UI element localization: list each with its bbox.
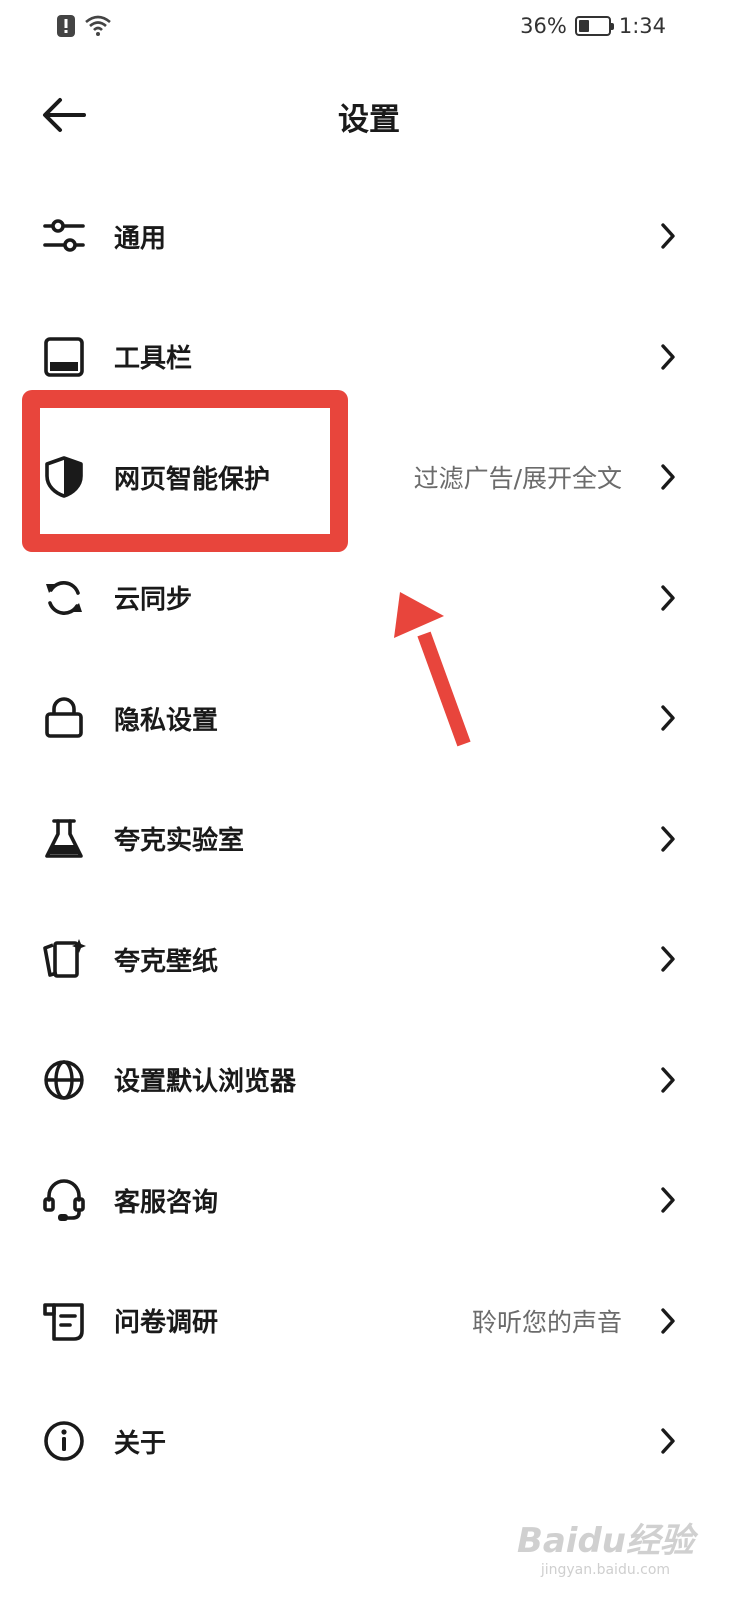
settings-item-label: 隐私设置 (114, 705, 219, 736)
lock-icon (42, 696, 86, 740)
wifi-icon (85, 15, 111, 36)
toolbar-icon (42, 335, 86, 379)
info-icon (42, 1419, 86, 1463)
chevron-right-icon (661, 1308, 675, 1334)
chevron-right-icon (661, 826, 675, 852)
settings-item-privacy[interactable]: 隐私设置 (0, 658, 738, 779)
chevron-right-icon (661, 223, 675, 249)
settings-item-general[interactable]: 通用 (0, 176, 738, 297)
settings-item-toolbar[interactable]: 工具栏 (0, 297, 738, 418)
settings-item-label: 云同步 (114, 585, 193, 616)
settings-item-wallpaper[interactable]: 夸克壁纸 (0, 899, 738, 1020)
baidu-jingyan-logo: Baidu经验 (516, 1521, 694, 1561)
settings-item-about[interactable]: 关于 (0, 1381, 738, 1502)
settings-list: 通用 工具栏 网页智能保护 过滤广告/展开全文 云同步 隐私设置 夸克实验室 夸… (0, 176, 738, 1502)
battery-percent: 36% (520, 14, 567, 38)
chevron-right-icon (661, 946, 675, 972)
chevron-right-icon (661, 585, 675, 611)
survey-icon (42, 1299, 86, 1343)
chevron-right-icon (661, 464, 675, 490)
headset-icon (42, 1178, 86, 1222)
settings-item-lab[interactable]: 夸克实验室 (0, 779, 738, 900)
settings-item-cloud-sync[interactable]: 云同步 (0, 538, 738, 659)
flask-icon (42, 817, 86, 861)
settings-item-label: 夸克实验室 (114, 826, 245, 857)
chevron-right-icon (661, 1428, 675, 1454)
sliders-icon (42, 214, 86, 258)
settings-item-default-browser[interactable]: 设置默认浏览器 (0, 1020, 738, 1141)
battery-icon (574, 16, 614, 36)
globe-icon (42, 1058, 86, 1102)
status-icons-right: 36% 1:34 (520, 14, 666, 38)
watermark: Baidu经验 jingyan.baidu.com (517, 1513, 694, 1578)
settings-item-web-protection[interactable]: 网页智能保护 过滤广告/展开全文 (0, 417, 738, 538)
settings-item-label: 通用 (114, 223, 167, 254)
header: 设置 (0, 76, 738, 156)
watermark-url: jingyan.baidu.com (540, 1562, 671, 1578)
status-icons-left (56, 14, 112, 38)
clock: 1:34 (618, 14, 666, 38)
battery-fill (578, 20, 589, 32)
settings-item-label: 网页智能保护 (114, 464, 271, 495)
settings-item-label: 问卷调研 (114, 1308, 219, 1339)
alert-icon (57, 15, 75, 37)
status-bar: 36% 1:34 (0, 0, 738, 56)
settings-item-label: 设置默认浏览器 (114, 1067, 297, 1098)
settings-item-label: 夸克壁纸 (114, 946, 219, 977)
chevron-right-icon (661, 1187, 675, 1213)
settings-item-label: 工具栏 (114, 344, 193, 375)
page-title: 设置 (338, 102, 400, 138)
chevron-right-icon (661, 705, 675, 731)
wallpaper-icon (42, 937, 86, 981)
pointer-arrow (394, 592, 471, 747)
settings-item-value: 聆听您的声音 (471, 1307, 622, 1337)
settings-item-label: 客服咨询 (114, 1187, 219, 1218)
settings-item-value: 过滤广告/展开全文 (413, 464, 622, 494)
sync-icon (42, 576, 86, 620)
chevron-right-icon (661, 344, 675, 370)
settings-item-label: 关于 (114, 1428, 167, 1459)
settings-item-customer-service[interactable]: 客服咨询 (0, 1140, 738, 1261)
chevron-right-icon (661, 1067, 675, 1093)
shield-icon (42, 455, 86, 499)
settings-item-survey[interactable]: 问卷调研 聆听您的声音 (0, 1261, 738, 1382)
